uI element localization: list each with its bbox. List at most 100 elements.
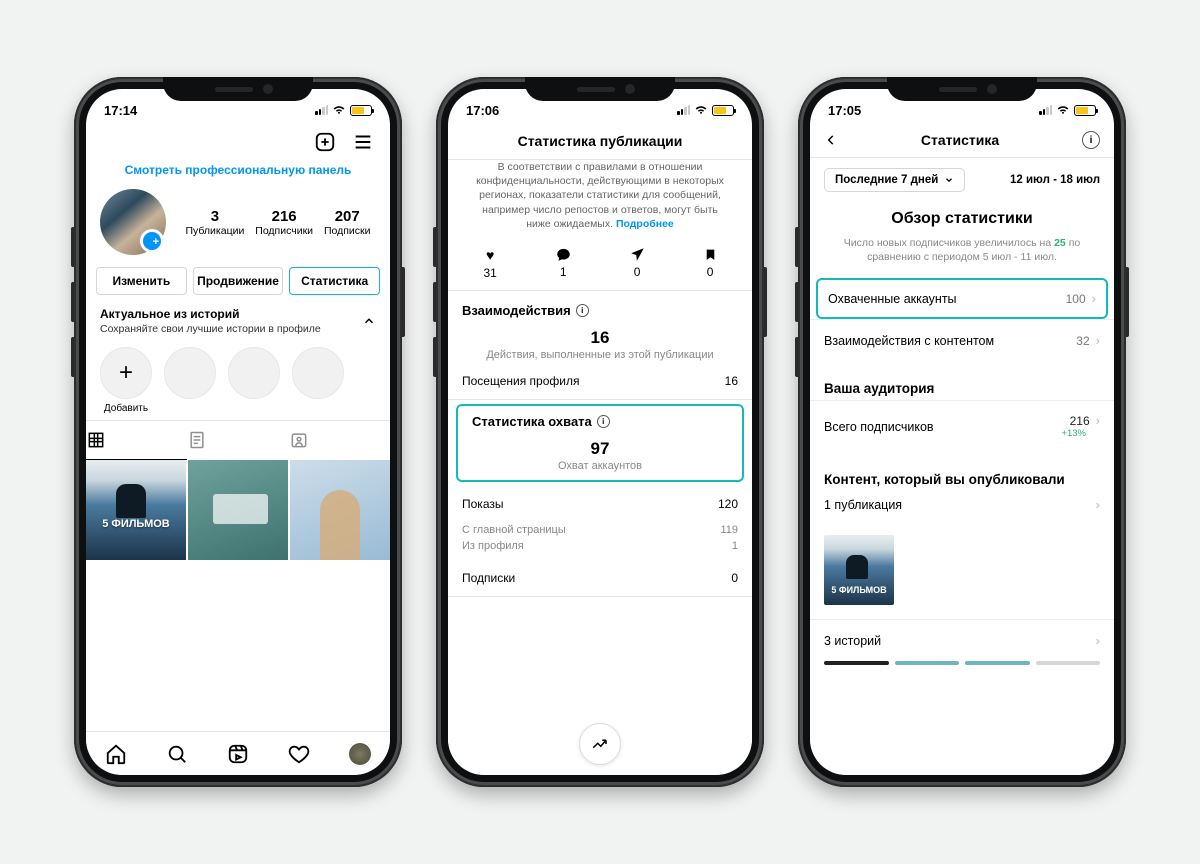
back-icon[interactable] bbox=[824, 133, 838, 147]
nav-home-icon[interactable] bbox=[105, 743, 127, 765]
highlights-title: Актуальное из историй bbox=[100, 307, 321, 321]
promote-button[interactable]: Продвижение bbox=[193, 267, 284, 295]
grid-icon bbox=[86, 430, 106, 450]
stories-progress-bars bbox=[810, 661, 1114, 673]
learn-more-link[interactable]: Подробнее bbox=[616, 218, 674, 230]
wifi-icon bbox=[694, 105, 708, 115]
stat-followers[interactable]: 216 Подписчики bbox=[255, 208, 313, 237]
total-followers-label: Всего подписчиков bbox=[824, 420, 934, 434]
trend-up-icon bbox=[591, 735, 609, 753]
stat-following-value: 207 bbox=[324, 208, 371, 225]
status-time: 17:05 bbox=[828, 103, 861, 118]
date-range-dropdown[interactable]: Последние 7 дней bbox=[824, 168, 965, 192]
impressions-value: 120 bbox=[718, 497, 738, 511]
phone-mockup-insights-overview: 17:05 Статистика i Последние 7 дней 12 и… bbox=[798, 77, 1126, 787]
add-story-highlight[interactable]: + bbox=[100, 347, 152, 399]
battery-icon bbox=[350, 105, 372, 116]
post-thumbnail[interactable]: 5 ФИЛЬМОВ bbox=[86, 460, 186, 560]
tab-tagged[interactable] bbox=[289, 421, 390, 460]
heart-icon: ♥ bbox=[483, 247, 496, 263]
date-range-text: 12 июл - 18 июл bbox=[1010, 174, 1100, 186]
interactions-count: 16 bbox=[448, 328, 752, 348]
tab-grid[interactable] bbox=[86, 421, 187, 460]
stat-following-label: Подписки bbox=[324, 225, 371, 237]
metric-comments: 1 bbox=[556, 247, 571, 280]
battery-icon bbox=[1074, 105, 1096, 116]
phone-mockup-profile: 17:14 Смотреть профессиональную панель +… bbox=[74, 77, 402, 787]
tile-caption: 5 ФИЛЬМОВ bbox=[102, 518, 169, 530]
shares-count: 0 bbox=[630, 265, 645, 279]
impressions-label: Показы bbox=[462, 497, 503, 511]
metric-likes: ♥ 31 bbox=[483, 247, 496, 280]
post-thumbnail[interactable] bbox=[290, 460, 390, 560]
nav-activity-icon[interactable] bbox=[288, 743, 310, 765]
hamburger-menu-icon[interactable] bbox=[352, 131, 374, 153]
chevron-right-icon: › bbox=[1096, 497, 1100, 512]
promote-fab[interactable] bbox=[579, 723, 621, 765]
row-content-interactions[interactable]: Взаимодействия с контентом 32› bbox=[810, 319, 1114, 361]
chevron-up-icon[interactable] bbox=[362, 314, 376, 328]
content-thumbnail[interactable]: 5 ФИЛЬМОВ bbox=[824, 535, 894, 605]
wifi-icon bbox=[332, 105, 346, 115]
from-home-value: 119 bbox=[720, 524, 738, 536]
comment-icon bbox=[556, 247, 571, 262]
reach-stats-highlighted: Статистика охвата i 97 Охват аккаунтов bbox=[456, 404, 744, 482]
profile-avatar[interactable]: + bbox=[100, 189, 166, 255]
pro-dashboard-link[interactable]: Смотреть профессиональную панель bbox=[86, 159, 390, 189]
story-placeholder bbox=[228, 347, 280, 399]
accounts-reached-label: Охваченные аккаунты bbox=[828, 292, 957, 306]
guide-icon bbox=[187, 430, 207, 450]
publications-count: 1 публикация bbox=[824, 498, 902, 512]
story-placeholder bbox=[292, 347, 344, 399]
row-total-followers[interactable]: Всего подписчиков 216 › +13% bbox=[810, 400, 1114, 452]
share-icon bbox=[630, 247, 645, 262]
saves-count: 0 bbox=[704, 265, 717, 279]
signal-icon bbox=[1039, 105, 1052, 115]
follows-value: 0 bbox=[731, 571, 738, 585]
notch bbox=[163, 77, 313, 101]
content-interactions-value: 32 bbox=[1076, 334, 1089, 348]
interactions-caption: Действия, выполненные из этой публикации bbox=[448, 349, 752, 361]
info-icon[interactable]: i bbox=[576, 304, 589, 317]
signal-icon bbox=[315, 105, 328, 115]
row-publications[interactable]: 1 публикация › bbox=[810, 491, 1114, 525]
from-profile-label: Из профиля bbox=[462, 540, 524, 552]
row-accounts-reached[interactable]: Охваченные аккаунты 100 › bbox=[816, 278, 1108, 319]
chevron-right-icon: › bbox=[1096, 633, 1100, 648]
privacy-disclaimer: В соответствии с правилами в отношении к… bbox=[448, 160, 752, 241]
page-title: Статистика bbox=[921, 132, 999, 148]
content-interactions-label: Взаимодействия с контентом bbox=[824, 334, 994, 348]
info-icon[interactable]: i bbox=[597, 415, 610, 428]
stat-posts-label: Публикации bbox=[185, 225, 244, 237]
row-stories[interactable]: 3 историй › bbox=[810, 619, 1114, 661]
phone-mockup-post-insights: 17:06 Статистика публикации В соответств… bbox=[436, 77, 764, 787]
accounts-reached-value: 100 bbox=[1066, 292, 1086, 306]
interactions-header: Взаимодействия bbox=[462, 303, 571, 318]
info-icon[interactable]: i bbox=[1082, 131, 1100, 149]
tab-guides[interactable] bbox=[187, 421, 288, 460]
stat-posts[interactable]: 3 Публикации bbox=[185, 208, 244, 237]
follows-label: Подписки bbox=[462, 571, 515, 585]
battery-icon bbox=[712, 105, 734, 116]
chevron-right-icon: › bbox=[1092, 291, 1096, 306]
nav-profile-avatar[interactable] bbox=[349, 743, 371, 765]
nav-search-icon[interactable] bbox=[166, 743, 188, 765]
overview-title: Обзор статистики bbox=[810, 206, 1114, 236]
page-title: Статистика публикации bbox=[448, 125, 752, 159]
chevron-right-icon: › bbox=[1096, 414, 1100, 428]
status-time: 17:14 bbox=[104, 103, 137, 118]
story-placeholder bbox=[164, 347, 216, 399]
edit-profile-button[interactable]: Изменить bbox=[96, 267, 187, 295]
metric-saves: 0 bbox=[704, 247, 717, 280]
stat-following[interactable]: 207 Подписки bbox=[324, 208, 371, 237]
notch bbox=[525, 77, 675, 101]
post-thumbnail[interactable] bbox=[188, 460, 288, 560]
overview-subtitle: Число новых подписчиков увеличилось на 2… bbox=[810, 236, 1114, 278]
metric-shares: 0 bbox=[630, 247, 645, 280]
content-section-title: Контент, который вы опубликовали bbox=[810, 452, 1114, 491]
tagged-icon bbox=[289, 430, 309, 450]
nav-reels-icon[interactable] bbox=[227, 743, 249, 765]
new-post-icon[interactable] bbox=[314, 131, 336, 153]
profile-visits-value: 16 bbox=[725, 374, 738, 388]
statistics-button[interactable]: Статистика bbox=[289, 267, 380, 295]
